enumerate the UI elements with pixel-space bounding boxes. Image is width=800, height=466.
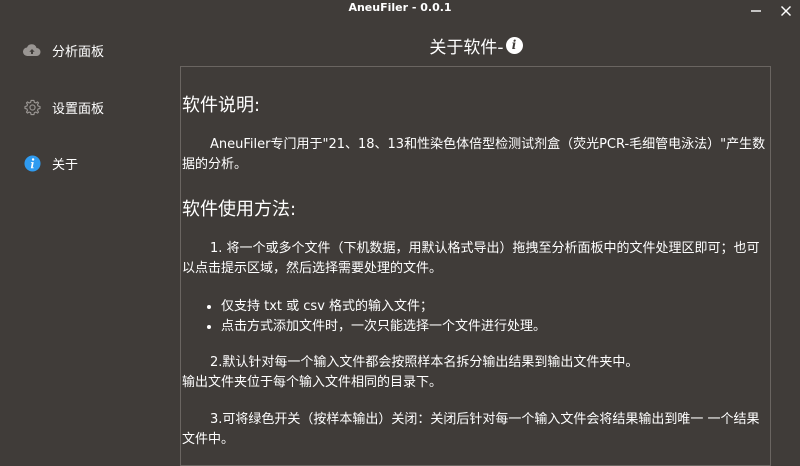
page-title: 关于软件- i xyxy=(180,32,772,58)
usage-bullet-list: 仅支持 txt 或 csv 格式的输入文件； 点击方式添加文件时，一次只能选择一… xyxy=(181,297,768,337)
app-title: AneuFiler - 0.0.1 xyxy=(348,1,452,14)
sidebar-item-label: 分析面板 xyxy=(52,44,105,60)
usage-step-2: 2.默认针对每一个输入文件都会按照样本名拆分输出结果到输出文件夹中。 输出文件夹… xyxy=(182,353,768,393)
list-item: 仅支持 txt 或 csv 格式的输入文件； xyxy=(221,297,768,317)
close-button[interactable] xyxy=(771,0,800,22)
cloud-upload-icon xyxy=(23,41,41,59)
sidebar-item-label: 关于 xyxy=(52,157,79,173)
page-title-text: 关于软件- xyxy=(429,37,504,58)
usage-step-2-line-2: 输出文件夹位于每个输入文件相同的目录下。 xyxy=(182,375,443,390)
usage-step-2-line-1: 2.默认针对每一个输入文件都会按照样本名拆分输出结果到输出文件夹中。 xyxy=(210,355,639,370)
usage-heading: 软件使用方法: xyxy=(182,199,297,220)
list-item: 点击方式添加文件时，一次只能选择一个文件进行处理。 xyxy=(221,317,768,337)
sidebar-item-about[interactable]: 关于 xyxy=(0,143,180,183)
sidebar: 分析面板 设置面板 关于 xyxy=(0,22,180,450)
close-icon xyxy=(781,6,791,16)
sidebar-item-analysis[interactable]: 分析面板 xyxy=(0,30,180,70)
title-bar: AneuFiler - 0.0.1 xyxy=(0,0,800,22)
about-content: 软件说明: AneuFiler专门用于"21、18、13和性染色体倍型检测试剂盒… xyxy=(180,66,771,466)
info-icon xyxy=(23,154,41,172)
sidebar-item-label: 设置面板 xyxy=(52,101,105,117)
usage-step-3: 3.可将绿色开关（按样本输出）关闭：关闭后针对每一个输入文件会将结果输出到唯一 … xyxy=(182,412,760,447)
description-text: AneuFiler专门用于"21、18、13和性染色体倍型检测试剂盒（荧光PCR… xyxy=(182,137,766,172)
description-heading: 软件说明: xyxy=(182,95,261,116)
usage-step-1: 1. 将一个或多个文件（下机数据，用默认格式导出）拖拽至分析面板中的文件处理区即… xyxy=(182,241,760,276)
gear-icon xyxy=(23,98,41,116)
sidebar-item-settings[interactable]: 设置面板 xyxy=(0,87,180,127)
info-icon: i xyxy=(505,36,523,54)
minimize-icon xyxy=(751,10,761,12)
minimize-button[interactable] xyxy=(741,0,771,22)
